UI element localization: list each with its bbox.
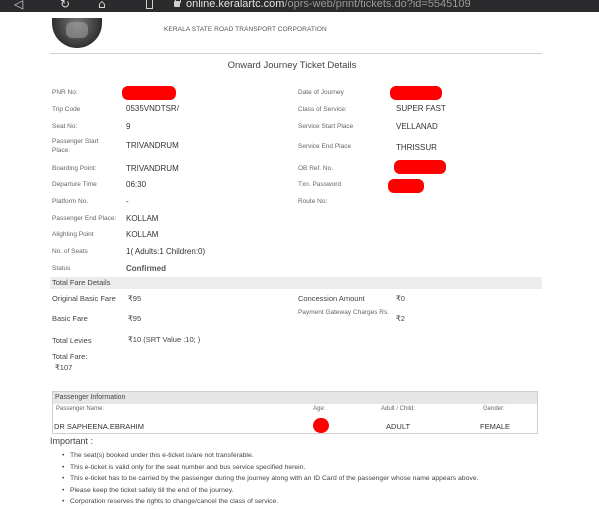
ksrtc-logo <box>52 18 102 48</box>
svc-end-value: THRISSUR <box>396 143 437 152</box>
departure-value: 06:30 <box>126 180 147 189</box>
pax-gender-col: Gender: <box>483 406 505 412</box>
lock-icon <box>174 0 181 7</box>
note-item: This e-ticket is valid only for the seat… <box>62 462 542 474</box>
boarding-value: TRIVANDRUM <box>126 164 179 173</box>
gateway-value: ₹2 <box>396 314 405 323</box>
age-redaction <box>313 418 329 433</box>
basic-fare-label: Basic Fare <box>52 314 88 323</box>
pax-age-col: Age: <box>313 406 326 412</box>
departure-label: Departure Time <box>52 181 97 188</box>
concession-value: ₹0 <box>396 294 405 303</box>
date-label: Date of Journey <box>298 89 344 96</box>
page-title: Onward Journey Ticket Details <box>227 60 357 71</box>
total-fare-value: ₹107 <box>55 363 73 372</box>
url-host: online.keralartc.com <box>186 0 285 10</box>
platform-label: Platform No. <box>52 198 89 205</box>
passenger-section-header: Passenger Information <box>53 392 537 404</box>
pax-name-col: Passenger Name: <box>56 406 105 412</box>
class-label: Class of Service: <box>298 106 347 113</box>
gateway-label: Payment Gateway Charges Rs. <box>298 309 390 316</box>
pax-end-label: Passenger End Place: <box>52 215 117 222</box>
important-heading: Important : <box>50 436 94 446</box>
home-icon[interactable]: ⌂ <box>98 0 106 11</box>
note-item: Corporation reserves the rights to chang… <box>62 496 542 508</box>
bookmark-icon[interactable] <box>146 0 153 9</box>
alighting-value: KOLLAM <box>126 230 159 239</box>
ticket-page: KERALA STATE ROAD TRANSPORT CORPORATION … <box>42 12 542 509</box>
txn-redaction <box>388 179 424 193</box>
pax-gender-value: FEMALE <box>480 422 511 431</box>
seats-label: No. of Seats <box>52 248 88 255</box>
original-fare-label: Original Basic Fare <box>52 294 116 303</box>
address-bar[interactable]: online.keralartc.com/oprs-web/print/tick… <box>186 0 471 11</box>
trip-code-value: 0535VNDTSR/ <box>126 104 179 113</box>
pax-type-value: ADULT <box>386 422 411 431</box>
concession-label: Concession Amount <box>298 294 365 303</box>
seats-value: 1( Adults:1 Children:0) <box>126 247 206 256</box>
ob-ref-label: OB Ref. No. <box>298 165 334 172</box>
basic-fare-value: ₹95 <box>128 314 142 323</box>
svc-end-label: Service End Place <box>298 143 352 150</box>
pnr-redaction <box>122 86 176 100</box>
fare-section-header: Total Fare Details <box>50 277 542 289</box>
boarding-label: Boarding Point: <box>52 165 97 172</box>
svc-start-label: Service Start Place <box>298 123 354 130</box>
alighting-label: Alighting Point <box>52 231 94 238</box>
original-fare-value: ₹95 <box>128 294 142 303</box>
platform-value: - <box>126 197 129 206</box>
note-item: This e-ticket has to be carried by the p… <box>62 473 542 485</box>
levies-value: ₹10 (SRT Value :10; ) <box>128 335 201 344</box>
passenger-table: Passenger Information Passenger Name: Ag… <box>52 391 538 434</box>
browser-toolbar: ◁ ↻ ⌂ online.keralartc.com/oprs-web/prin… <box>0 0 599 12</box>
pax-start-value: TRIVANDRUM <box>126 141 179 150</box>
status-label: Status <box>52 265 71 272</box>
ob-ref-redaction <box>394 160 446 174</box>
total-fare-label: Total Fare: <box>52 352 88 361</box>
trip-code-label: Trip Code <box>52 106 81 113</box>
note-item: Please keep the ticket safely till the e… <box>62 485 542 497</box>
corporation-name: KERALA STATE ROAD TRANSPORT CORPORATION <box>164 26 327 33</box>
pax-end-value: KOLLAM <box>126 214 159 223</box>
class-value: SUPER FAST <box>396 104 446 113</box>
pnr-label: PNR No: <box>52 89 78 96</box>
pax-start-label: Passenger Start Place: <box>52 138 99 154</box>
pax-name-value: DR SAPHEENA.EBRAHIM <box>54 422 145 431</box>
url-path: /oprs-web/print/tickets.do?id=5545109 <box>284 0 471 10</box>
levies-label: Total Levies <box>52 336 92 345</box>
back-arrow-icon[interactable]: ◁ <box>14 0 23 11</box>
svc-start-value: VELLANAD <box>396 122 438 131</box>
note-item: The seat(s) booked under this e-ticket i… <box>62 450 542 462</box>
reload-icon[interactable]: ↻ <box>60 0 70 11</box>
route-label: Route No: <box>298 198 328 205</box>
divider <box>50 53 542 54</box>
seat-label: Seat No: <box>52 123 78 130</box>
status-value: Confirmed <box>126 264 166 273</box>
txn-label: Txn. Password <box>298 181 341 188</box>
pax-type-col: Adult / Child: <box>381 406 416 412</box>
important-notes: The seat(s) booked under this e-ticket i… <box>62 450 542 508</box>
seat-value: 9 <box>126 122 131 131</box>
date-redaction <box>390 86 442 100</box>
